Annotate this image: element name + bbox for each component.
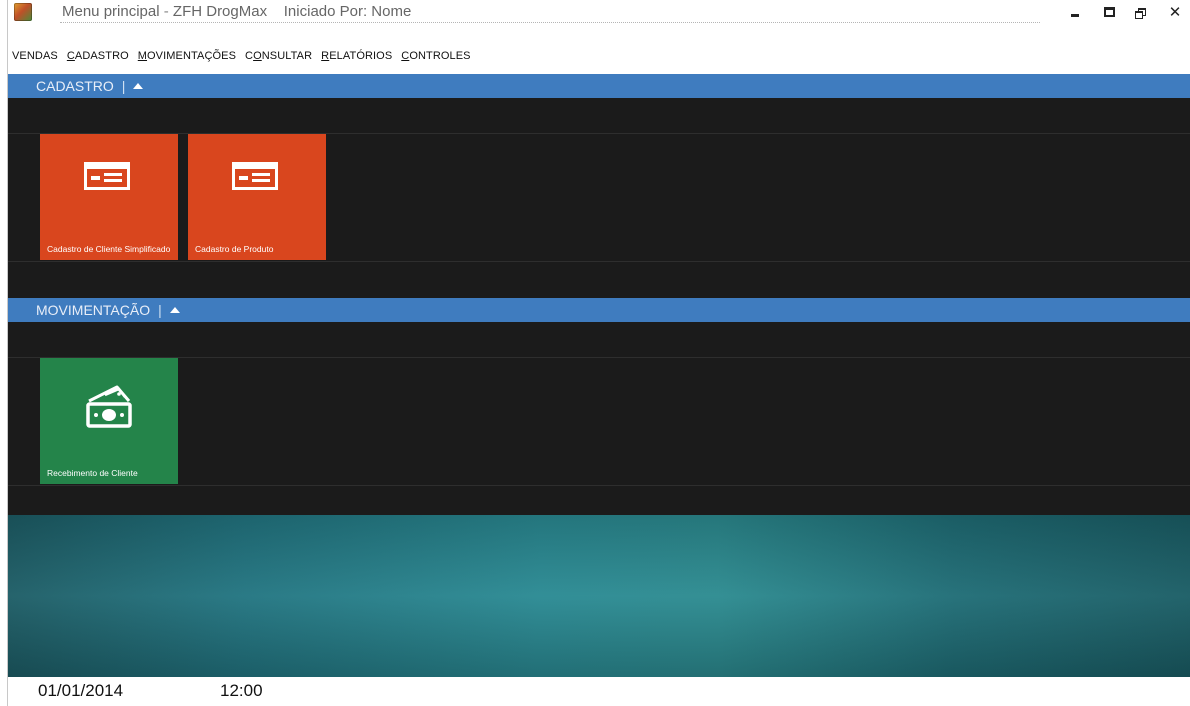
group-title-movimentacao: MOVIMENTAÇÃO (36, 302, 151, 318)
divider-line (8, 133, 1190, 134)
group-title-cadastro: CADASTRO (36, 78, 114, 94)
restore-icon-back (1135, 11, 1143, 19)
app-logo-icon[interactable] (14, 3, 32, 21)
tile-cadastro-cliente[interactable]: Cadastro de Cliente Simplificado (40, 134, 178, 260)
menu-cadastro-accel: C (66, 50, 75, 62)
status-time: 12:00 (220, 681, 263, 700)
background-panel (8, 515, 1190, 677)
divider-line (8, 485, 1190, 486)
menu-controles-rest: ONTROLES (409, 50, 471, 62)
app-name: ZFH DrogMax (172, 3, 268, 20)
tile-label: Cadastro de Produto (195, 244, 274, 254)
main-window: Menu principal - ZFH DrogMax Iniciado Po… (7, 0, 1190, 706)
menu-vendas[interactable]: VENDAS (12, 50, 58, 62)
menu-relatorios-rest: ELATÓRIOS (329, 50, 393, 62)
restore-button[interactable] (1130, 2, 1152, 22)
menu-relatorios[interactable]: RELATÓRIOS (321, 50, 392, 62)
collapse-caret-icon[interactable] (169, 306, 180, 313)
window-title-text: Menu principal (62, 3, 160, 20)
started-by-text: Iniciado Por: Nome (283, 3, 412, 20)
maximize-icon (1103, 7, 1115, 17)
tile-area: CADASTRO | Cadastro de Cliente Simplific… (8, 74, 1190, 677)
group-header-cadastro[interactable]: CADASTRO | (8, 74, 1190, 98)
status-date: 01/01/2014 (38, 681, 124, 700)
collapse-caret-icon[interactable] (133, 82, 144, 89)
divider-line (8, 261, 1190, 262)
status-bar: 01/01/2014 12:00 (8, 677, 1190, 706)
divider-line (8, 357, 1190, 358)
menu-consultar-rest: NSULTAR (261, 50, 313, 62)
menu-controles[interactable]: CONTROLES (401, 50, 470, 62)
menu-movimentacoes-accel: M (137, 50, 148, 62)
close-icon: ✕ (1168, 4, 1182, 21)
close-button[interactable]: ✕ (1164, 2, 1186, 22)
minimize-button[interactable] (1064, 2, 1086, 22)
window-title: Menu principal - ZFH DrogMax Iniciado Po… (62, 3, 412, 20)
tile-label: Cadastro de Cliente Simplificado (47, 244, 171, 254)
group-separator: | (121, 78, 126, 94)
title-bar[interactable]: Menu principal - ZFH DrogMax Iniciado Po… (8, 0, 1190, 24)
id-card-icon (84, 162, 130, 190)
maximize-button[interactable] (1098, 2, 1120, 22)
menu-movimentacoes[interactable]: MOVIMENTAÇÕES (138, 50, 236, 62)
id-card-icon (232, 162, 278, 190)
group-header-movimentacao[interactable]: MOVIMENTAÇÃO | (8, 298, 1190, 322)
menu-vendas-label: VENDAS (12, 50, 58, 62)
tile-label: Recebimento de Cliente (47, 468, 138, 478)
menu-consultar[interactable]: CONSULTAR (245, 50, 312, 62)
menu-cadastro[interactable]: CADASTRO (67, 50, 129, 62)
tile-recebimento-cliente[interactable]: Recebimento de Cliente (40, 358, 178, 484)
menu-relatorios-accel: R (321, 50, 330, 62)
menu-consultar-accel: O (253, 50, 262, 62)
money-icon (86, 385, 132, 428)
minimize-icon (1071, 13, 1079, 17)
menu-movimentacoes-rest: OVIMENTAÇÕES (147, 50, 237, 62)
menu-bar: VENDAS CADASTRO MOVIMENTAÇÕES CONSULTAR … (8, 46, 1190, 66)
tile-cadastro-produto[interactable]: Cadastro de Produto (188, 134, 326, 260)
menu-cadastro-rest: ADASTRO (74, 50, 129, 62)
title-divider (60, 22, 1040, 23)
menu-consultar-pre: C (245, 50, 254, 62)
group-separator: | (158, 302, 162, 318)
